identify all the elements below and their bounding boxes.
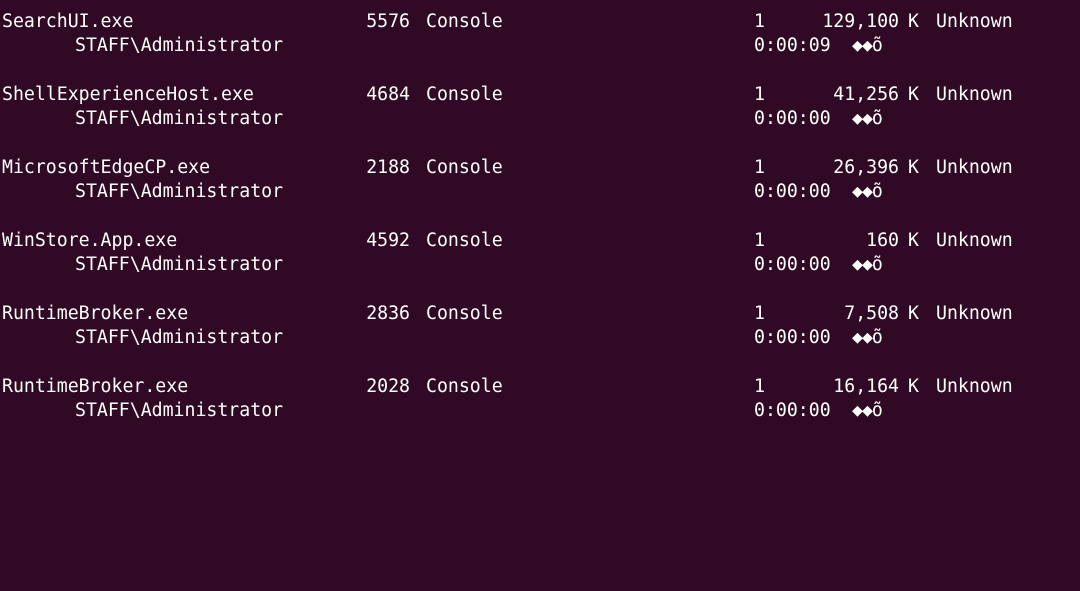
session-name: Console [426,11,503,32]
process-entry: MicrosoftEdgeCP.exe 2188 Console 1 26,39… [0,156,1080,204]
session-name: Console [426,376,503,397]
user-name: STAFF\Administrator [75,108,284,129]
status: Unknown [936,84,1013,105]
cpu-time: 0:00:00 [754,327,831,348]
pid: 2836 [366,303,410,324]
window-title: ◆◆õ [852,35,883,56]
pid: 5576 [366,11,410,32]
session-number: 1 [754,230,765,251]
status: Unknown [936,11,1013,32]
process-entry: SearchUI.exe 5576 Console 1 129,100 K Un… [0,10,1080,58]
session-name: Console [426,84,503,105]
memory-usage: 26,396 [833,157,899,178]
window-title: ◆◆õ [852,327,883,348]
memory-unit: K [908,157,919,178]
window-title: ◆◆õ [852,254,883,275]
process-line-1: ShellExperienceHost.exe 4684 Console 1 4… [0,83,1013,107]
user-name: STAFF\Administrator [75,254,284,275]
session-name: Console [426,303,503,324]
status: Unknown [936,230,1013,251]
session-number: 1 [754,376,765,397]
process-line-2: STAFF\Administrator 0:00:00 ◆◆õ [0,326,883,350]
pid: 2188 [366,157,410,178]
image-name: SearchUI.exe [2,11,134,32]
window-title: ◆◆õ [852,181,883,202]
image-name: RuntimeBroker.exe [2,303,189,324]
process-entry: WinStore.App.exe 4592 Console 1 160 K Un… [0,229,1080,277]
session-name: Console [426,157,503,178]
window-title: ◆◆õ [852,400,883,421]
process-line-1: WinStore.App.exe 4592 Console 1 160 K Un… [0,229,1013,253]
cpu-time: 0:00:09 [754,35,831,56]
user-name: STAFF\Administrator [75,181,284,202]
memory-unit: K [908,303,919,324]
status: Unknown [936,376,1013,397]
session-number: 1 [754,11,765,32]
memory-usage: 129,100 [822,11,899,32]
image-name: WinStore.App.exe [2,230,178,251]
process-entry: ShellExperienceHost.exe 4684 Console 1 4… [0,83,1080,131]
process-entry: RuntimeBroker.exe 2836 Console 1 7,508 K… [0,302,1080,350]
memory-unit: K [908,84,919,105]
image-name: ShellExperienceHost.exe [2,84,254,105]
memory-unit: K [908,230,919,251]
terminal-output[interactable]: SearchUI.exe 5576 Console 1 129,100 K Un… [0,0,1080,440]
pid: 4684 [366,84,410,105]
memory-usage: 7,508 [844,303,899,324]
memory-usage: 16,164 [833,376,899,397]
memory-unit: K [908,376,919,397]
process-line-1: SearchUI.exe 5576 Console 1 129,100 K Un… [0,10,1013,34]
user-name: STAFF\Administrator [75,327,284,348]
process-line-1: RuntimeBroker.exe 2836 Console 1 7,508 K… [0,302,1013,326]
session-number: 1 [754,157,765,178]
cpu-time: 0:00:00 [754,400,831,421]
window-title: ◆◆õ [852,108,883,129]
process-line-1: MicrosoftEdgeCP.exe 2188 Console 1 26,39… [0,156,1013,180]
session-name: Console [426,230,503,251]
status: Unknown [936,303,1013,324]
pid: 2028 [366,376,410,397]
memory-usage: 41,256 [833,84,899,105]
user-name: STAFF\Administrator [75,400,284,421]
memory-usage: 160 [866,230,899,251]
process-line-2: STAFF\Administrator 0:00:00 ◆◆õ [0,180,883,204]
memory-unit: K [908,11,919,32]
process-line-1: RuntimeBroker.exe 2028 Console 1 16,164 … [0,375,1013,399]
cpu-time: 0:00:00 [754,108,831,129]
process-line-2: STAFF\Administrator 0:00:09 ◆◆õ [0,34,883,58]
cpu-time: 0:00:00 [754,254,831,275]
pid: 4592 [366,230,410,251]
session-number: 1 [754,303,765,324]
process-line-2: STAFF\Administrator 0:00:00 ◆◆õ [0,253,883,277]
image-name: MicrosoftEdgeCP.exe [2,157,211,178]
cpu-time: 0:00:00 [754,181,831,202]
process-line-2: STAFF\Administrator 0:00:00 ◆◆õ [0,399,883,423]
session-number: 1 [754,84,765,105]
process-line-2: STAFF\Administrator 0:00:00 ◆◆õ [0,107,883,131]
user-name: STAFF\Administrator [75,35,284,56]
status: Unknown [936,157,1013,178]
image-name: RuntimeBroker.exe [2,376,189,397]
process-entry: RuntimeBroker.exe 2028 Console 1 16,164 … [0,375,1080,423]
